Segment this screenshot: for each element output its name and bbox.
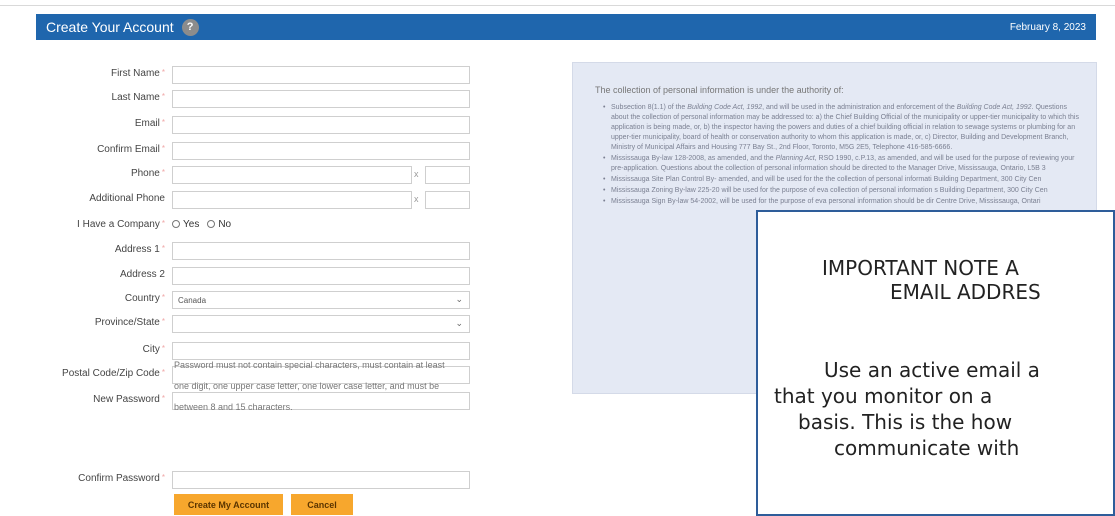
additional-phone-ext-input[interactable] [425, 191, 470, 209]
province-row: Province/State * ⌄ [0, 315, 480, 333]
province-label: Province/State * [94, 317, 165, 328]
important-title-line-1: IMPORTANT NOTE A [822, 256, 1019, 280]
address2-row: Address 2 [0, 267, 480, 285]
province-select[interactable]: ⌄ [172, 315, 470, 333]
first-name-row: First Name * [0, 66, 480, 84]
page-title: Create Your Account ? [46, 18, 199, 36]
confirm-password-row: Confirm Password * [0, 471, 480, 489]
header-date: February 8, 2023 [1009, 21, 1086, 33]
email-input[interactable] [172, 116, 470, 134]
form-actions: Create My Account Cancel [174, 494, 353, 515]
last-name-input[interactable] [172, 90, 470, 108]
country-row: Country * Canada ⌄ [0, 291, 480, 309]
phone-ext-input[interactable] [425, 166, 470, 184]
additional-phone-ext-separator: x [414, 194, 419, 204]
email-row: Email * [0, 116, 480, 134]
confirm-email-input[interactable] [172, 142, 470, 160]
radio-no[interactable] [207, 220, 216, 229]
phone-label: Phone * [130, 168, 165, 179]
privacy-item-2: Mississauga By-law 128-2008, as amended,… [603, 154, 1082, 174]
new-password-label: New Password * [93, 394, 165, 405]
company-yes-option[interactable]: Yes [172, 219, 199, 230]
phone-input[interactable] [172, 166, 412, 184]
privacy-intro: The collection of personal information i… [595, 85, 844, 95]
chevron-down-icon: ⌄ [455, 318, 463, 328]
confirm-email-row: Confirm Email * [0, 142, 480, 160]
important-body-line-3: basis. This is the how [798, 410, 1013, 434]
last-name-label: Last Name * [111, 92, 165, 103]
phone-row: Phone * x [0, 166, 480, 184]
password-help-text: Password must not contain special charac… [174, 360, 445, 412]
privacy-item-5: Mississauga Sign By-law 54-2002, will be… [603, 197, 1082, 207]
address2-input[interactable] [172, 267, 470, 285]
company-radio-group: Yes No [172, 219, 231, 230]
confirm-email-label: Confirm Email * [97, 144, 165, 155]
postal-label: Postal Code/Zip Code * [62, 368, 165, 379]
address1-label: Address 1 * [114, 244, 165, 255]
important-body-line-1: Use an active email a [824, 358, 1040, 382]
first-name-input[interactable] [172, 66, 470, 84]
important-note-overlay: IMPORTANT NOTE A EMAIL ADDRES Use an act… [756, 210, 1115, 516]
last-name-row: Last Name * [0, 90, 480, 108]
confirm-password-label: Confirm Password * [78, 473, 165, 484]
question-icon[interactable]: ? [181, 18, 199, 36]
important-body-line-2: that you monitor on a [774, 384, 993, 408]
address2-label: Address 2 [119, 269, 165, 280]
country-label: Country * [124, 293, 165, 304]
company-label: I Have a Company * [77, 219, 165, 230]
country-select[interactable]: Canada ⌄ [172, 291, 470, 309]
create-account-button[interactable]: Create My Account [174, 494, 283, 515]
city-label: City * [142, 344, 165, 355]
email-label: Email * [134, 118, 165, 129]
first-name-label: First Name * [110, 68, 165, 79]
page-header: Create Your Account ? February 8, 2023 [36, 14, 1096, 40]
confirm-password-input[interactable] [172, 471, 470, 489]
privacy-item-1: Subsection 8(1.1) of the Building Code A… [603, 103, 1082, 153]
company-row: I Have a Company * Yes No [0, 217, 480, 235]
privacy-item-3: Mississauga Site Plan Control By- amende… [603, 175, 1082, 185]
top-border [0, 0, 1115, 6]
address1-row: Address 1 * [0, 242, 480, 260]
radio-yes[interactable] [172, 220, 180, 229]
cancel-button[interactable]: Cancel [291, 494, 353, 515]
chevron-down-icon: ⌄ [455, 294, 463, 304]
address1-input[interactable] [172, 242, 470, 260]
privacy-item-4: Mississauga Zoning By-law 225-20 will be… [603, 186, 1082, 196]
important-title-line-2: EMAIL ADDRES [890, 280, 1041, 304]
privacy-list: Subsection 8(1.1) of the Building Code A… [603, 103, 1082, 207]
additional-phone-input[interactable] [172, 191, 412, 209]
phone-ext-separator: x [414, 169, 419, 179]
company-no-option[interactable]: No [207, 219, 231, 230]
additional-phone-row: Additional Phone x [0, 191, 480, 209]
additional-phone-label: Additional Phone [89, 193, 165, 204]
important-body-line-4: communicate with [834, 436, 1020, 460]
